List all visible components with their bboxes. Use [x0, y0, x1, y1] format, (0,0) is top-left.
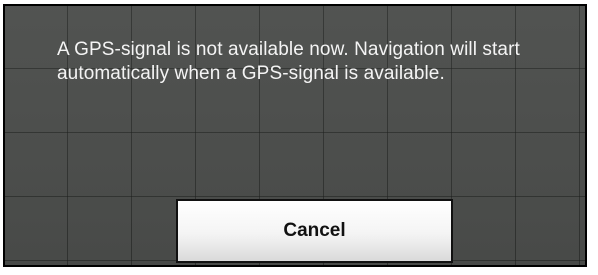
cancel-button-label: Cancel	[283, 220, 346, 241]
cancel-button[interactable]: Cancel	[176, 199, 453, 263]
dialog-message: A GPS-signal is not available now. Navig…	[57, 39, 520, 84]
gps-signal-dialog: A GPS-signal is not available now. Navig…	[3, 4, 587, 267]
